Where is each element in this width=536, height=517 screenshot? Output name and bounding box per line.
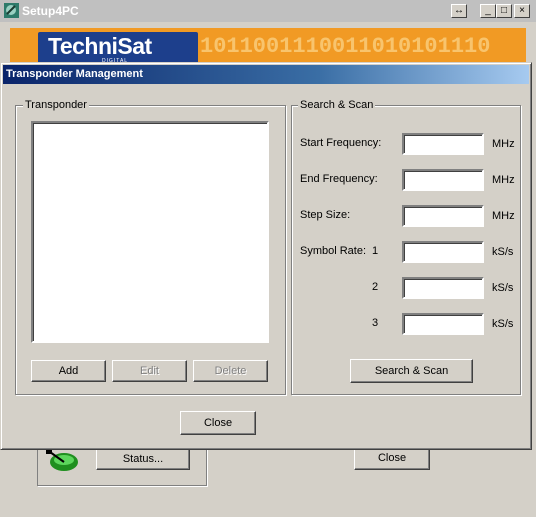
- search-scan-group-label: Search & Scan: [298, 99, 376, 111]
- dialog-close-button[interactable]: Close: [180, 411, 256, 435]
- start-frequency-unit: MHz: [492, 138, 515, 150]
- end-frequency-label: End Frequency:: [300, 173, 378, 185]
- symbol-rate-index-2: 2: [372, 281, 379, 293]
- step-size-unit: MHz: [492, 210, 515, 222]
- add-button[interactable]: Add: [31, 360, 106, 382]
- edit-button[interactable]: Edit: [112, 360, 187, 382]
- symbol-rate-2-input[interactable]: [402, 277, 484, 299]
- symbol-rate-2-unit: kS/s: [492, 282, 514, 294]
- search-scan-button[interactable]: Search & Scan: [350, 359, 473, 383]
- start-frequency-label: Start Frequency:: [300, 137, 382, 149]
- symbol-rate-3-unit: kS/s: [492, 318, 514, 330]
- end-frequency-unit: MHz: [492, 174, 515, 186]
- satellite-dish-icon: [46, 450, 78, 471]
- dialog-titlebar: Transponder Management: [3, 65, 529, 84]
- transponder-list[interactable]: [31, 121, 269, 343]
- logo-text: TechniSat: [48, 33, 152, 59]
- symbol-rate-index-1: 1: [372, 245, 379, 257]
- transponder-management-dialog: Transponder Management Transponder Add E…: [0, 62, 532, 450]
- banner-binary-text: 1011001110011010101110: [200, 34, 491, 59]
- resize-button[interactable]: ↔: [451, 4, 467, 18]
- step-size-input[interactable]: [402, 205, 484, 227]
- technisat-logo: TechniSat DIGITAL: [38, 32, 198, 64]
- symbol-rate-3-input[interactable]: [402, 313, 484, 335]
- close-window-button[interactable]: ×: [514, 4, 530, 18]
- symbol-rate-1-input[interactable]: [402, 241, 484, 263]
- app-icon: [4, 3, 19, 18]
- symbol-rate-label: Symbol Rate:: [300, 245, 367, 257]
- status-button[interactable]: Status...: [96, 448, 190, 470]
- maximize-button[interactable]: □: [496, 4, 512, 18]
- start-frequency-input[interactable]: [402, 133, 484, 155]
- end-frequency-input[interactable]: [402, 169, 484, 191]
- symbol-rate-1-unit: kS/s: [492, 246, 514, 258]
- step-size-label: Step Size:: [300, 209, 351, 221]
- dialog-title: Transponder Management: [6, 68, 143, 80]
- symbol-rate-index-3: 3: [372, 317, 379, 329]
- delete-button[interactable]: Delete: [193, 360, 268, 382]
- app-title: Setup4PC: [22, 4, 79, 18]
- minimize-button[interactable]: _: [480, 4, 496, 18]
- transponder-group-label: Transponder: [23, 99, 89, 111]
